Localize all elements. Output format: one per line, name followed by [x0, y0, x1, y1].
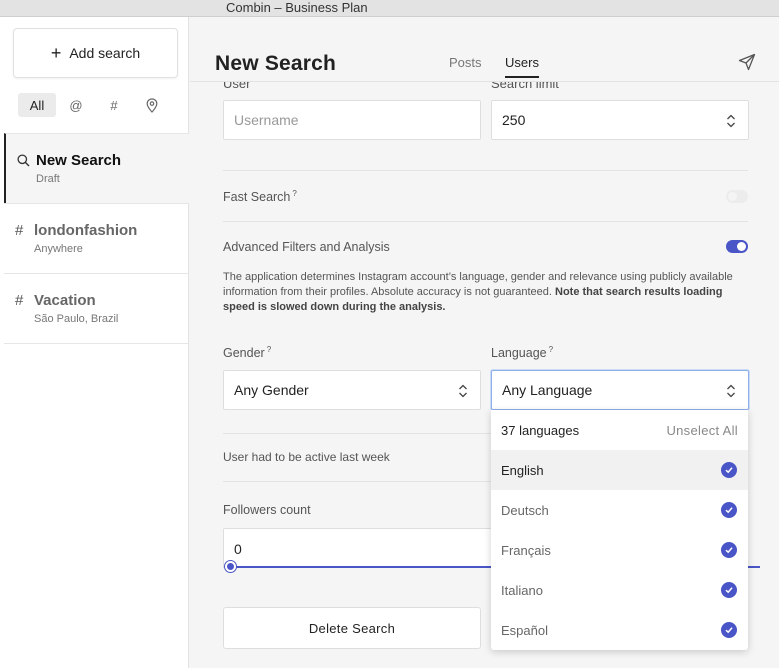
checkmark-icon[interactable]: [721, 622, 737, 638]
fast-search-help-icon[interactable]: ?: [292, 189, 296, 198]
divider: [223, 221, 748, 222]
divider: [223, 170, 748, 171]
search-list-item-londonfashion[interactable]: # londonfashion Anywhere: [4, 203, 189, 273]
language-option[interactable]: Español: [491, 610, 748, 650]
filter-location[interactable]: [140, 93, 164, 117]
language-option-label: Français: [501, 543, 551, 558]
language-label: Language?: [491, 345, 553, 360]
checkmark-icon[interactable]: [721, 582, 737, 598]
language-option[interactable]: Français: [491, 530, 748, 570]
active-last-week-label: User had to be active last week: [223, 450, 390, 464]
language-select-value: Any Language: [502, 382, 593, 398]
chevron-updown-icon: [459, 384, 467, 398]
chevron-updown-icon: [727, 384, 735, 398]
search-type-filters: All @ #: [18, 93, 178, 117]
gender-select-value: Any Gender: [234, 382, 309, 398]
filter-all[interactable]: All: [18, 93, 56, 117]
languages-count: 37 languages: [501, 423, 580, 438]
search-item-subtitle: São Paulo, Brazil: [34, 313, 119, 325]
plus-icon: +: [50, 43, 62, 63]
advanced-filters-description: The application determines Instagram acc…: [223, 270, 735, 315]
language-label-text: Language: [491, 346, 547, 361]
toggle-knob: [728, 192, 737, 201]
language-option[interactable]: Deutsch: [491, 490, 748, 530]
add-search-label: Add search: [69, 45, 141, 61]
hashtag-icon: #: [15, 292, 24, 309]
gender-select[interactable]: Any Gender: [223, 370, 481, 410]
search-limit-stepper[interactable]: 250: [491, 100, 749, 140]
gender-label: Gender?: [223, 345, 271, 360]
followers-slider-handle[interactable]: [225, 561, 236, 572]
window-titlebar: Combin – Business Plan: [0, 0, 779, 17]
language-option-label: English: [501, 463, 544, 478]
filter-hashtag[interactable]: #: [102, 93, 126, 117]
search-item-title: Vacation: [34, 292, 96, 309]
search-list-item-new-search[interactable]: New Search Draft: [4, 133, 189, 203]
delete-search-button[interactable]: Delete Search: [223, 607, 481, 649]
sidebar-list-divider: [4, 343, 189, 344]
language-help-icon[interactable]: ?: [549, 345, 553, 354]
unselect-all-button[interactable]: Unselect All: [666, 423, 738, 438]
filter-all-label: All: [29, 97, 45, 113]
gender-label-text: Gender: [223, 346, 265, 361]
page-title: New Search: [215, 52, 337, 75]
location-pin-icon: [146, 97, 158, 113]
sidebar: + Add search All @ # New Search Draft # …: [0, 17, 189, 668]
tab-posts[interactable]: Posts: [449, 55, 482, 70]
language-option-label: Español: [501, 623, 548, 638]
hashtag-icon: #: [15, 222, 24, 239]
stepper-chevrons-icon[interactable]: [726, 113, 736, 129]
fast-search-label-text: Fast Search: [223, 190, 291, 205]
language-dropdown: 37 languages Unselect All English Deutsc…: [491, 410, 748, 650]
language-option-label: Deutsch: [501, 503, 549, 518]
checkmark-icon[interactable]: [721, 542, 737, 558]
search-icon: [17, 154, 30, 167]
fast-search-label: Fast Search?: [223, 189, 297, 204]
search-item-subtitle: Draft: [36, 173, 60, 185]
add-search-button[interactable]: + Add search: [13, 28, 178, 78]
username-input[interactable]: [234, 112, 480, 128]
checkmark-icon[interactable]: [721, 462, 737, 478]
checkmark-icon[interactable]: [721, 502, 737, 518]
search-item-title: New Search: [36, 152, 122, 169]
fast-search-toggle[interactable]: [726, 190, 748, 203]
language-option[interactable]: English: [491, 450, 748, 490]
followers-min-value: 0: [234, 540, 242, 557]
search-limit-value: 250: [502, 112, 526, 128]
main-panel: User Search limit New Search Posts Users…: [190, 17, 779, 668]
header: New Search Posts Users: [190, 17, 779, 82]
advanced-filters-label: Advanced Filters and Analysis: [223, 240, 390, 254]
advanced-filters-toggle[interactable]: [726, 240, 748, 253]
language-option-label: Italiano: [501, 583, 543, 598]
tab-users[interactable]: Users: [505, 55, 539, 78]
username-field[interactable]: [223, 100, 481, 140]
toggle-knob: [737, 242, 746, 251]
search-item-subtitle: Anywhere: [34, 243, 83, 255]
followers-count-label: Followers count: [223, 503, 311, 517]
window-title: Combin – Business Plan: [226, 0, 368, 15]
filter-username[interactable]: @: [64, 93, 88, 117]
search-list-item-vacation[interactable]: # Vacation São Paulo, Brazil: [4, 273, 189, 343]
at-icon: @: [69, 97, 83, 113]
gender-help-icon[interactable]: ?: [267, 345, 271, 354]
send-icon[interactable]: [738, 53, 756, 71]
hashtag-icon: #: [110, 97, 118, 113]
search-item-title: londonfashion: [34, 222, 138, 239]
language-option[interactable]: Italiano: [491, 570, 748, 610]
language-dropdown-header: 37 languages Unselect All: [491, 410, 748, 450]
language-select[interactable]: Any Language: [491, 370, 749, 410]
